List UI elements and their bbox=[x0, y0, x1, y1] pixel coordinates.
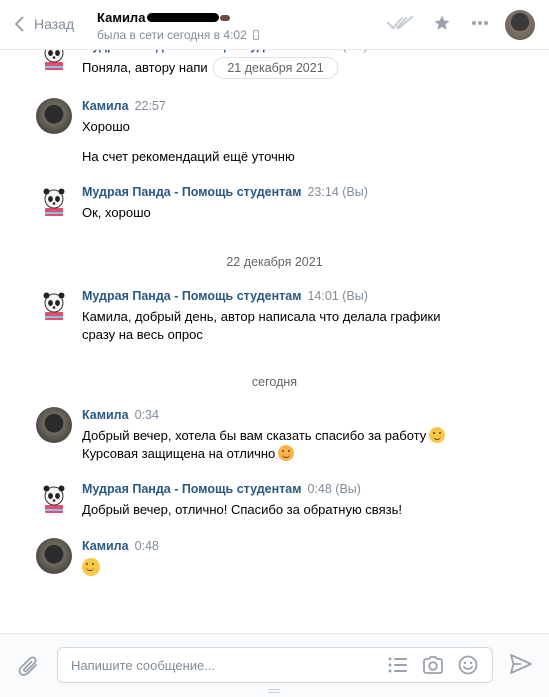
message-input[interactable]: Напишите сообщение... bbox=[57, 647, 493, 683]
message-text: Ок, хорошо bbox=[82, 205, 151, 220]
back-button[interactable]: Назад bbox=[14, 16, 74, 32]
message-text: Добрый вечер, хотела бы вам сказать спас… bbox=[82, 428, 427, 443]
message-time[interactable]: 14:01 (Вы) bbox=[307, 289, 367, 303]
date-separator: сегодня bbox=[251, 375, 298, 389]
peer-status: была в сети сегодня в 4:02 bbox=[97, 28, 247, 42]
message-time[interactable]: 0:48 (Вы) bbox=[307, 482, 360, 496]
message-text: На счет рекомендаций ещё уточню bbox=[82, 149, 295, 164]
peer-info[interactable]: Камила была в сети сегодня в 4:02 bbox=[97, 10, 259, 42]
camera-icon[interactable] bbox=[422, 656, 444, 674]
message-input-placeholder: Напишите сообщение... bbox=[71, 658, 216, 673]
peer-name[interactable]: Камила bbox=[97, 10, 145, 25]
redacted-surname bbox=[147, 13, 220, 22]
message-time[interactable]: 0:48 bbox=[135, 539, 159, 553]
date-separator: 22 декабря 2021 bbox=[226, 255, 323, 269]
message-author[interactable]: Камила bbox=[82, 408, 129, 422]
header-actions bbox=[387, 14, 489, 32]
smile-icon[interactable] bbox=[458, 655, 478, 675]
avatar[interactable] bbox=[36, 98, 72, 134]
avatar[interactable] bbox=[36, 538, 72, 574]
star-icon[interactable] bbox=[433, 14, 451, 32]
message-feed[interactable]: Мудрая Панда - Помощь студентам22:37 (Вы… bbox=[0, 0, 549, 633]
floating-date: 21 декабря 2021 bbox=[213, 57, 338, 79]
peer-avatar[interactable] bbox=[505, 10, 535, 40]
message-author[interactable]: Камила bbox=[82, 539, 129, 553]
panda-avatar[interactable] bbox=[36, 481, 72, 517]
message-author[interactable]: Мудрая Панда - Помощь студентам bbox=[82, 289, 301, 303]
message-line bbox=[82, 558, 502, 578]
relieved-emoji-icon bbox=[82, 558, 100, 576]
message-line: Добрый вечер, хотела бы вам сказать спас… bbox=[82, 427, 502, 445]
chevron-left-icon bbox=[15, 16, 24, 32]
list-icon[interactable] bbox=[388, 657, 408, 673]
avatar[interactable] bbox=[36, 407, 72, 443]
more-icon[interactable] bbox=[471, 20, 489, 26]
paperclip-icon[interactable] bbox=[18, 654, 40, 678]
message-author[interactable]: Мудрая Панда - Помощь студентам bbox=[82, 482, 301, 496]
double-check-icon[interactable] bbox=[387, 16, 413, 30]
panda-avatar[interactable] bbox=[36, 288, 72, 324]
composer: Напишите сообщение... bbox=[0, 633, 549, 697]
grinning-emoji-icon bbox=[429, 427, 446, 443]
mobile-icon bbox=[252, 30, 259, 40]
message-time[interactable]: 22:57 bbox=[135, 99, 166, 113]
message-time[interactable]: 23:14 (Вы) bbox=[307, 185, 367, 199]
message-text: Камила, добрый день, автор написала что … bbox=[82, 309, 441, 324]
resize-handle[interactable] bbox=[268, 689, 280, 693]
chat-header: Назад Камила была в сети сегодня в 4:02 bbox=[0, 0, 549, 50]
message-author[interactable]: Мудрая Панда - Помощь студентам bbox=[82, 185, 301, 199]
message-text: Курсовая защищена на отлично bbox=[82, 446, 276, 461]
panda-avatar[interactable] bbox=[36, 184, 72, 220]
message-line: Курсовая защищена на отлично bbox=[82, 445, 502, 463]
input-actions bbox=[388, 655, 478, 675]
message-text: Добрый вечер, отлично! Спасибо за обратн… bbox=[82, 502, 402, 517]
party-face-emoji-icon bbox=[278, 445, 295, 461]
message-author[interactable]: Камила bbox=[82, 99, 129, 113]
back-label: Назад bbox=[34, 16, 75, 32]
message-text: Хорошо bbox=[82, 119, 130, 134]
message-time[interactable]: 0:34 bbox=[135, 408, 159, 422]
message-text: сразу на весь опрос bbox=[82, 327, 203, 342]
send-icon[interactable] bbox=[510, 654, 532, 674]
redaction-mark bbox=[220, 14, 231, 21]
